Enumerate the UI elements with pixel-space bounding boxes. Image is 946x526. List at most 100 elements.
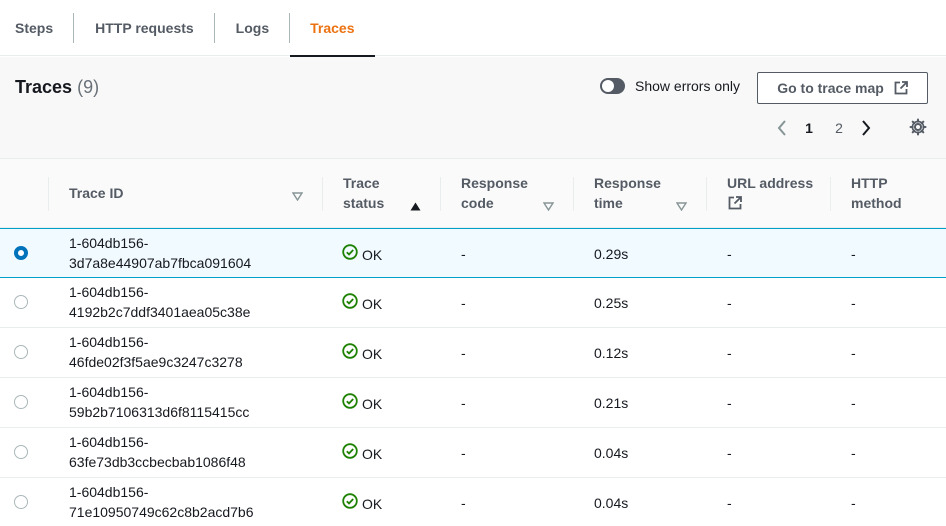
col-url-address-label: URL address	[727, 175, 814, 191]
row-radio[interactable]	[14, 495, 28, 509]
trace-id-cell: 1-604db156- 46fde02f3f5ae9c3247c3278	[69, 332, 309, 372]
row-radio[interactable]	[14, 345, 28, 359]
external-link-icon	[894, 81, 908, 95]
table-row[interactable]: 1-604db156- 3d7a8e44907ab7fbca091604 OK …	[0, 228, 946, 278]
col-trace-status-label-2: status	[343, 195, 385, 211]
url-address-cell: -	[727, 345, 732, 361]
trace-id-suffix: 46fde02f3f5ae9c3247c3278	[69, 354, 243, 370]
url-address-cell: -	[727, 395, 732, 411]
trace-status-cell: OK	[342, 393, 382, 414]
traces-count: (9)	[77, 77, 100, 97]
url-address-cell: -	[727, 445, 732, 461]
url-address-cell: -	[727, 246, 732, 262]
trace-id-prefix: 1-604db156-	[69, 484, 149, 500]
tab-steps[interactable]: Steps	[0, 0, 75, 56]
trace-id-cell: 1-604db156- 59b2b7106313d6f8115415cc	[69, 382, 309, 422]
col-response-code-label-1: Response	[461, 175, 528, 191]
tab-logs-label: Logs	[235, 20, 270, 36]
show-errors-label: Show errors only	[635, 78, 741, 94]
col-select	[0, 159, 49, 228]
tab-http-requests-label: HTTP requests	[95, 20, 194, 36]
col-url-address[interactable]: URL address	[707, 159, 831, 228]
tab-traces[interactable]: Traces	[290, 0, 375, 57]
trace-id-cell: 1-604db156- 3d7a8e44907ab7fbca091604	[69, 233, 309, 273]
chevron-right-icon[interactable]	[854, 116, 878, 140]
trace-id-prefix: 1-604db156-	[69, 334, 149, 350]
go-to-trace-map-label: Go to trace map	[777, 80, 884, 96]
col-http-method[interactable]: HTTP method	[831, 159, 946, 228]
chevron-left-icon[interactable]	[770, 116, 794, 140]
col-response-code-label-2: code	[461, 195, 494, 211]
show-errors-toggle[interactable]: Show errors only	[600, 78, 740, 94]
response-code-cell: -	[461, 246, 466, 262]
col-http-method-label-2: method	[851, 195, 902, 211]
toggle-off-icon[interactable]	[600, 78, 625, 94]
check-circle-icon	[342, 293, 358, 314]
caret-up-icon[interactable]	[410, 198, 421, 214]
response-code-cell: -	[461, 345, 466, 361]
trace-status-cell: OK	[342, 244, 382, 265]
traces-header: Traces (9) Show errors only Go to trace …	[0, 57, 946, 158]
trace-id-cell: 1-604db156- 63fe73db3ccbecbab1086f48	[69, 432, 309, 472]
caret-down-icon[interactable]	[291, 188, 304, 204]
trace-id-prefix: 1-604db156-	[69, 235, 149, 251]
col-response-code[interactable]: Response code	[441, 159, 574, 228]
check-circle-icon	[342, 493, 358, 514]
trace-id-suffix: 63fe73db3ccbecbab1086f48	[69, 454, 246, 470]
status-text: OK	[362, 295, 383, 312]
col-trace-status[interactable]: Trace status	[323, 159, 441, 228]
row-radio[interactable]	[14, 395, 28, 409]
go-to-trace-map-button[interactable]: Go to trace map	[757, 72, 928, 104]
row-radio[interactable]	[14, 445, 28, 459]
response-time-cell: 0.12s	[594, 345, 629, 361]
col-response-time-label-1: Response	[594, 175, 661, 191]
table-row[interactable]: 1-604db156- 46fde02f3f5ae9c3247c3278 OK …	[0, 328, 946, 378]
trace-status-cell: OK	[342, 293, 382, 314]
col-response-time-label-2: time	[594, 195, 623, 211]
status-text: OK	[362, 495, 383, 512]
caret-down-icon[interactable]	[675, 198, 688, 214]
trace-id-prefix: 1-604db156-	[69, 384, 149, 400]
tab-http-requests[interactable]: HTTP requests	[74, 0, 215, 56]
url-address-cell: -	[727, 295, 732, 311]
col-http-method-label-1: HTTP	[851, 175, 888, 191]
pagination: 1 2	[770, 115, 878, 141]
response-code-cell: -	[461, 395, 466, 411]
url-address-cell: -	[727, 495, 732, 511]
table-row[interactable]: 1-604db156- 4192b2c7ddf3401aea05c38e OK …	[0, 278, 946, 328]
http-method-cell: -	[851, 295, 856, 311]
tab-logs[interactable]: Logs	[215, 0, 291, 56]
row-radio[interactable]	[14, 246, 28, 260]
gear-icon[interactable]	[907, 116, 929, 138]
status-text: OK	[362, 246, 383, 263]
trace-id-suffix: 4192b2c7ddf3401aea05c38e	[69, 304, 251, 320]
http-method-cell: -	[851, 395, 856, 411]
row-radio[interactable]	[14, 295, 28, 309]
status-text: OK	[362, 345, 383, 362]
response-code-cell: -	[461, 495, 466, 511]
response-time-cell: 0.29s	[594, 246, 629, 262]
page-1-button[interactable]: 1	[794, 120, 824, 136]
response-time-cell: 0.04s	[594, 445, 629, 461]
http-method-cell: -	[851, 495, 856, 511]
table-row[interactable]: 1-604db156- 71e10950749c62c8b2acd7b6 OK …	[0, 478, 946, 526]
response-time-cell: 0.25s	[594, 295, 629, 311]
tab-traces-label: Traces	[310, 20, 355, 36]
status-text: OK	[362, 445, 383, 462]
col-response-time[interactable]: Response time	[574, 159, 707, 228]
table-row[interactable]: 1-604db156- 63fe73db3ccbecbab1086f48 OK …	[0, 428, 946, 478]
col-trace-id[interactable]: Trace ID	[49, 159, 323, 228]
trace-id-suffix: 59b2b7106313d6f8115415cc	[69, 404, 250, 420]
check-circle-icon	[342, 443, 358, 464]
page-2-button[interactable]: 2	[824, 120, 854, 136]
table-row[interactable]: 1-604db156- 59b2b7106313d6f8115415cc OK …	[0, 378, 946, 428]
response-time-cell: 0.21s	[594, 395, 629, 411]
caret-down-icon[interactable]	[542, 198, 555, 214]
tab-bar: Steps HTTP requests Logs Traces	[0, 0, 946, 57]
http-method-cell: -	[851, 246, 856, 262]
status-text: OK	[362, 395, 383, 412]
traces-title: Traces	[15, 77, 73, 97]
http-method-cell: -	[851, 345, 856, 361]
table-header: Trace ID Trace status Response code Resp…	[0, 158, 946, 228]
trace-id-cell: 1-604db156- 4192b2c7ddf3401aea05c38e	[69, 282, 309, 322]
